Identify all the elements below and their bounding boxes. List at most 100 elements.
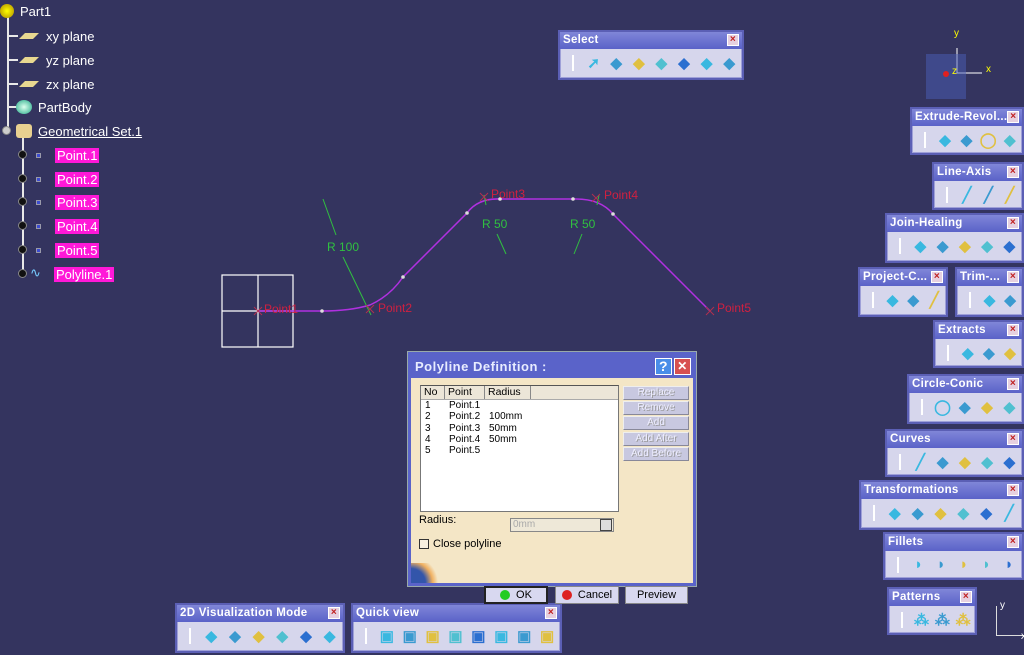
select-outside-intersect-icon[interactable]: ◆ bbox=[720, 53, 738, 72]
projection-icon[interactable]: ◆ bbox=[885, 290, 901, 309]
add-button[interactable]: Add bbox=[623, 416, 689, 430]
expand-toggle[interactable] bbox=[18, 150, 27, 159]
toolbar-close-icon[interactable]: × bbox=[1007, 111, 1020, 123]
close-polyline-checkbox[interactable]: Close polyline bbox=[419, 538, 501, 550]
toolbar-title[interactable]: Circle-Conic × bbox=[909, 376, 1022, 393]
toolbar-select[interactable]: Select × ➚ ◆ ◆ ◆ ◆ ◆ ◆ bbox=[558, 30, 744, 80]
toolbar-title[interactable]: Fillets × bbox=[885, 534, 1022, 551]
line-icon[interactable]: ╱ bbox=[959, 185, 975, 204]
select-box-icon[interactable]: ◆ bbox=[607, 53, 625, 72]
face-fillet-icon[interactable]: ◗ bbox=[978, 555, 996, 574]
collapse-toggle[interactable] bbox=[2, 126, 11, 135]
curve-smooth-icon[interactable]: ◆ bbox=[956, 236, 973, 255]
named-views-icon[interactable]: ▣ bbox=[538, 626, 556, 645]
add-after-button[interactable]: Add After bbox=[623, 432, 689, 446]
toolbar-2d-visualization-mode[interactable]: 2D Visualization Mode × ◆ ◆ ◆ ◆ ◆ ◆ bbox=[175, 603, 345, 653]
cylinder-icon[interactable]: ◆ bbox=[1002, 130, 1018, 149]
combine-icon[interactable]: ◆ bbox=[905, 290, 921, 309]
no-3d-icon[interactable]: ◆ bbox=[273, 626, 292, 645]
select-intersect-icon[interactable]: ◆ bbox=[630, 53, 648, 72]
symmetry-icon[interactable]: ◆ bbox=[932, 503, 950, 522]
toolbar-title[interactable]: Patterns × bbox=[889, 589, 975, 606]
extrude-icon[interactable]: ◆ bbox=[937, 130, 953, 149]
select-arrow-icon[interactable]: ➚ bbox=[585, 53, 603, 72]
conic-icon[interactable]: ◆ bbox=[1001, 397, 1018, 416]
remove-button[interactable]: Remove bbox=[623, 401, 689, 415]
expand-toggle[interactable] bbox=[18, 245, 27, 254]
back-view-icon[interactable]: ▣ bbox=[424, 626, 442, 645]
expand-toggle[interactable] bbox=[18, 174, 27, 183]
tree-node-point1[interactable]: Point.1 bbox=[28, 146, 100, 164]
compass[interactable]: y x z bbox=[922, 28, 1002, 103]
tree-node-yz-plane[interactable]: yz plane bbox=[18, 51, 96, 69]
affinity-icon[interactable]: ◆ bbox=[977, 503, 995, 522]
tree-node-point3[interactable]: Point.3 bbox=[28, 193, 100, 211]
connect-curve-icon[interactable]: ◆ bbox=[978, 397, 995, 416]
tree-node-partbody[interactable]: PartBody bbox=[16, 98, 93, 116]
pickable-icon[interactable]: ◆ bbox=[202, 626, 221, 645]
radius-spinner[interactable] bbox=[600, 519, 612, 531]
user-pattern-icon[interactable]: ⁂ bbox=[955, 610, 971, 629]
spiral-icon[interactable]: ◆ bbox=[956, 452, 973, 471]
tree-node-point5[interactable]: Point.5 bbox=[28, 241, 100, 259]
cancel-button[interactable]: Cancel bbox=[555, 586, 619, 604]
toolbar-title[interactable]: Join-Healing × bbox=[887, 215, 1022, 232]
tree-node-xy-plane[interactable]: xy plane bbox=[18, 27, 96, 45]
toolbar-extrude-revolution[interactable]: Extrude-Revol... × ◆ ◆ ◯ ◆ bbox=[910, 107, 1024, 155]
bottom-view-icon[interactable]: ▣ bbox=[515, 626, 533, 645]
polyline-icon[interactable]: ╱ bbox=[1002, 185, 1018, 204]
corner-icon[interactable]: ◆ bbox=[956, 397, 973, 416]
toolbar-quick-view[interactable]: Quick view × ▣ ▣ ▣ ▣ ▣ ▣ ▣ ▣ bbox=[351, 603, 562, 653]
tree-node-geometrical-set[interactable]: Geometrical Set.1 bbox=[16, 122, 144, 140]
toolbar-curves[interactable]: Curves × ╱ ◆ ◆ ◆ ◆ bbox=[885, 429, 1024, 477]
replace-button[interactable]: Replace bbox=[623, 386, 689, 400]
toolbar-project-combine[interactable]: Project-C... × ◆ ◆ ╱ bbox=[858, 267, 948, 317]
edge-fillet-icon[interactable]: ◗ bbox=[932, 555, 950, 574]
toolbar-trim-split[interactable]: Trim-... × ◆ ◆ bbox=[955, 267, 1024, 317]
trim-icon[interactable]: ◆ bbox=[1002, 290, 1018, 309]
expand-toggle[interactable] bbox=[18, 269, 27, 278]
list-row[interactable]: 3 Point.3 50mm bbox=[421, 423, 618, 434]
select-outside-box-icon[interactable]: ◆ bbox=[698, 53, 716, 72]
toolbar-transformations[interactable]: Transformations × ◆ ◆ ◆ ◆ ◆ ╱ bbox=[859, 480, 1024, 530]
front-view-icon[interactable]: ▣ bbox=[401, 626, 419, 645]
expand-toggle[interactable] bbox=[18, 221, 27, 230]
multiple-extract-icon[interactable]: ◆ bbox=[1002, 343, 1018, 362]
toolbar-title[interactable]: Select × bbox=[560, 32, 742, 49]
list-row[interactable]: 1 Point.1 bbox=[421, 400, 618, 411]
toolbar-close-icon[interactable]: × bbox=[328, 607, 340, 619]
healing-icon[interactable]: ◆ bbox=[934, 236, 951, 255]
tree-node-point2[interactable]: Point.2 bbox=[28, 170, 100, 188]
spline-icon[interactable]: ╱ bbox=[912, 452, 929, 471]
toolbar-title[interactable]: 2D Visualization Mode × bbox=[177, 605, 343, 622]
toolbar-join-healing[interactable]: Join-Healing × ◆ ◆ ◆ ◆ ◆ bbox=[885, 213, 1024, 263]
isometric-view-icon[interactable]: ▣ bbox=[378, 626, 396, 645]
disassemble-icon[interactable]: ◆ bbox=[1001, 236, 1018, 255]
preview-button[interactable]: Preview bbox=[625, 586, 688, 604]
spine-icon[interactable]: ◆ bbox=[979, 452, 996, 471]
toolbar-title[interactable]: Trim-... × bbox=[957, 269, 1022, 286]
select-polygon-icon[interactable]: ◆ bbox=[653, 53, 671, 72]
toolbar-patterns[interactable]: Patterns × ⁂ ⁂ ⁂ bbox=[887, 587, 977, 635]
toolbar-close-icon[interactable]: × bbox=[545, 607, 557, 619]
column-no[interactable]: No bbox=[421, 386, 445, 399]
reflect-line-icon[interactable]: ╱ bbox=[926, 290, 942, 309]
tree-node-zx-plane[interactable]: zx plane bbox=[18, 75, 96, 93]
toolbar-title[interactable]: Extrude-Revol... × bbox=[912, 109, 1022, 126]
scaling-icon[interactable]: ◆ bbox=[954, 503, 972, 522]
top-view-icon[interactable]: ▣ bbox=[492, 626, 510, 645]
radius-input[interactable]: 0mm bbox=[510, 518, 614, 532]
toolbar-fillets[interactable]: Fillets × ◗ ◗ ◗ ◗ ◗ bbox=[883, 532, 1024, 580]
untrim-icon[interactable]: ◆ bbox=[979, 236, 996, 255]
list-row[interactable]: 4 Point.4 50mm bbox=[421, 434, 618, 445]
no-pick-icon[interactable]: ◆ bbox=[226, 626, 245, 645]
toolbar-title[interactable]: Transformations × bbox=[861, 482, 1022, 499]
circle-icon[interactable]: ◯ bbox=[934, 397, 951, 416]
toolbar-title[interactable]: Curves × bbox=[887, 431, 1022, 448]
toolbar-title[interactable]: Line-Axis × bbox=[934, 164, 1022, 181]
close-button[interactable]: ✕ bbox=[674, 357, 691, 375]
toolbar-close-icon[interactable]: × bbox=[1007, 433, 1019, 445]
isoparametric-curve-icon[interactable]: ◆ bbox=[1001, 452, 1018, 471]
toolbar-title[interactable]: Quick view × bbox=[353, 605, 560, 622]
toolbar-close-icon[interactable]: × bbox=[960, 591, 972, 603]
